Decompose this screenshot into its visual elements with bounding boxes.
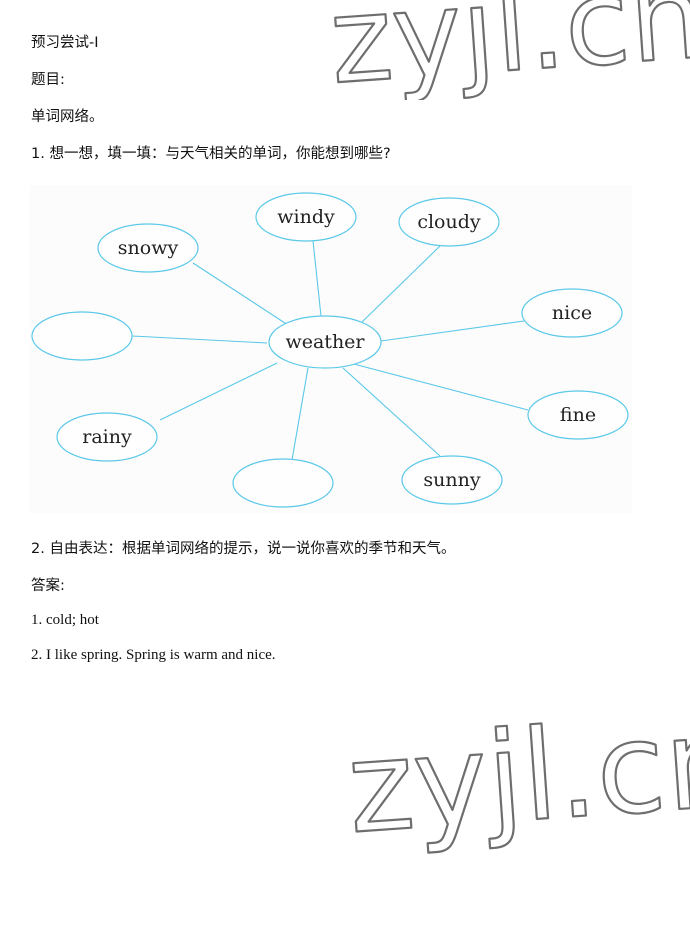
word-web-svg: snowy windy cloudy nice fine rainy sunny weathe…: [31, 192, 629, 508]
node-snowy: snowy: [97, 223, 199, 273]
edge-cloudy: [361, 245, 441, 323]
edge-windy: [312, 240, 322, 317]
question-label: 题目:: [31, 72, 65, 88]
watermark-text: zyjl.cn: [326, 0, 690, 100]
node-blank-bottom: [232, 458, 334, 508]
node-blank-left: [31, 311, 133, 361]
node-fine: fine: [527, 390, 629, 440]
answer-label: 答案:: [31, 578, 65, 594]
edge-blank-left: [131, 335, 268, 344]
watermark-text: zyjl.cn: [343, 690, 690, 862]
word-web-diagram: snowy windy cloudy nice fine rainy sunny weathe…: [30, 185, 632, 513]
answer-2: 2. I like spring. Spring is warm and nic…: [31, 647, 276, 663]
node-label-fine: fine: [560, 404, 596, 426]
node-label-rainy: rainy: [82, 426, 132, 448]
node-ellipse-blank-left: [31, 311, 133, 361]
edge-blank-bottom: [291, 367, 309, 461]
edge-snowy: [192, 262, 289, 326]
watermark-top: zyjl.cn: [324, 0, 690, 100]
node-windy: windy: [255, 192, 357, 242]
document-title: 预习尝试-I: [31, 35, 99, 51]
node-ellipse-blank-bottom: [232, 458, 334, 508]
topic-text: 单词网络。: [31, 109, 104, 125]
node-nice: nice: [521, 288, 623, 338]
watermark-bottom: zyjl.cn: [342, 688, 690, 863]
node-label-center: weather: [285, 331, 365, 353]
edge-rainy: [159, 362, 278, 421]
question-1: 1. 想一想，填一填：与天气相关的单词，你能想到哪些?: [31, 146, 391, 162]
node-weather: weather: [268, 315, 382, 369]
node-sunny: sunny: [401, 455, 503, 505]
edge-nice: [380, 320, 525, 342]
edge-sunny: [342, 367, 441, 457]
node-label-cloudy: cloudy: [417, 211, 481, 233]
node-cloudy: cloudy: [398, 197, 500, 247]
node-label-windy: windy: [277, 206, 335, 228]
node-label-snowy: snowy: [118, 237, 179, 259]
node-rainy: rainy: [56, 412, 158, 462]
word-web-nodes: snowy windy cloudy nice fine rainy sunny weathe…: [31, 192, 629, 508]
node-label-sunny: sunny: [423, 469, 480, 491]
answer-1: 1. cold; hot: [31, 612, 99, 628]
node-label-nice: nice: [552, 302, 592, 324]
edge-fine: [349, 362, 529, 411]
question-2: 2. 自由表达：根据单词网络的提示，说一说你喜欢的季节和天气。: [31, 541, 456, 557]
